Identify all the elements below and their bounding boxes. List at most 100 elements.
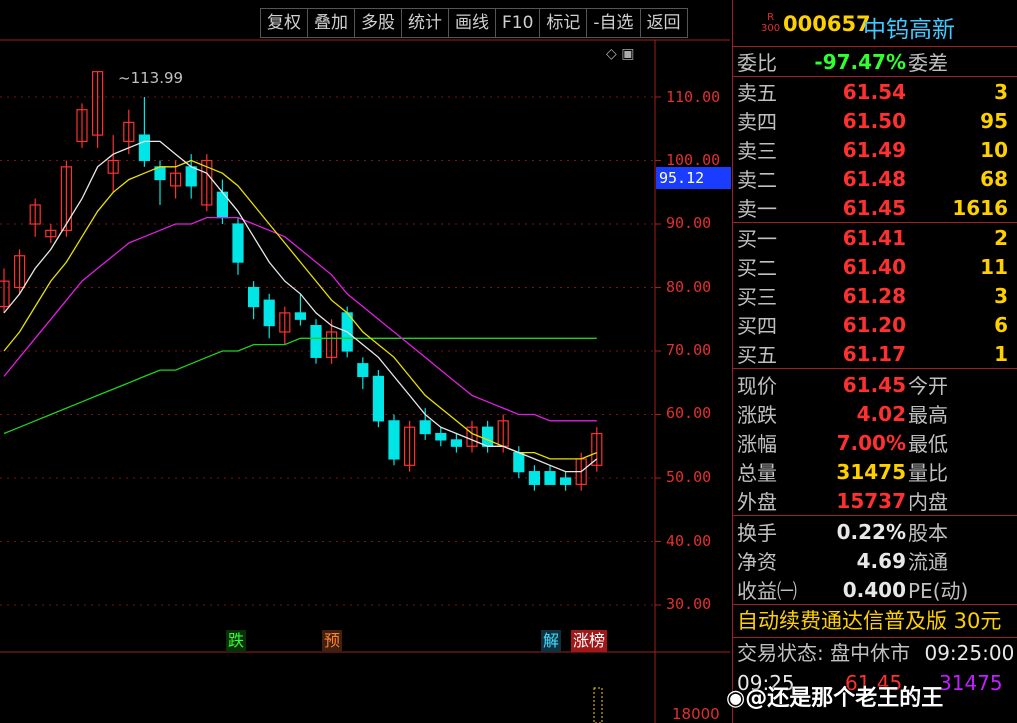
ask-price: 61.50 bbox=[842, 108, 906, 133]
kline-chart-area[interactable]: ◇ ▣ 复权 叠加 多股 统计 画线 F10 标记 -自选 返回 110.00 … bbox=[0, 0, 731, 723]
bid-price: 61.40 bbox=[842, 254, 906, 279]
weicha-label: 委差 bbox=[908, 51, 948, 75]
ask-qty: 1616 bbox=[952, 195, 1008, 220]
toolbar-button-fanhui[interactable]: 返回 bbox=[639, 8, 688, 38]
candle-body bbox=[450, 439, 462, 447]
ask-row[interactable]: 卖二 61.48 68 bbox=[733, 164, 1017, 193]
price-axis-tick: 110.00 bbox=[666, 88, 721, 106]
weibo-icon: ◉ bbox=[726, 686, 746, 711]
ask-price: 61.54 bbox=[842, 79, 906, 104]
stat-label2: 最高 bbox=[908, 403, 948, 427]
stat-label: 涨跌 bbox=[737, 403, 777, 427]
toolbar-button-diejia[interactable]: 叠加 bbox=[307, 8, 354, 38]
bid-row[interactable]: 买二 61.40 11 bbox=[733, 252, 1017, 281]
stock-header: R 300 000657 中钨高新 bbox=[733, 0, 1017, 47]
ask-qty: 3 bbox=[994, 79, 1008, 104]
weibi-row: 委比 -97.47% 委差 bbox=[733, 47, 1017, 77]
kline-chart[interactable] bbox=[0, 0, 730, 723]
price-axis-tick: 40.00 bbox=[666, 532, 712, 550]
price-axis-tick: 90.00 bbox=[666, 214, 712, 232]
stat-label: 现价 bbox=[737, 374, 777, 398]
bid-row[interactable]: 买三 61.28 3 bbox=[733, 281, 1017, 310]
stat-label: 收益㈠ bbox=[737, 579, 797, 603]
stat-row: 收益㈠ 0.400 PE(动) bbox=[733, 575, 1017, 604]
toolbar-button-biaoji[interactable]: 标记 bbox=[539, 8, 587, 38]
trade-status-value: 盘中休市 bbox=[830, 641, 911, 665]
ask-qty: 10 bbox=[980, 137, 1008, 162]
ask-row[interactable]: 卖四 61.50 95 bbox=[733, 106, 1017, 135]
market-badge: R 300 bbox=[761, 12, 780, 34]
bid-label: 买二 bbox=[737, 256, 777, 280]
bid-price: 61.28 bbox=[842, 283, 906, 308]
stat-label2: 最低 bbox=[908, 432, 948, 456]
bid-row[interactable]: 买四 61.20 6 bbox=[733, 310, 1017, 339]
volume-bar bbox=[593, 687, 603, 723]
bid-label: 买五 bbox=[737, 343, 777, 367]
bid-book: 买一 61.41 2 买二 61.40 11 买三 61.28 3 买四 61.20 6 买五 6… bbox=[733, 223, 1017, 369]
tick-volume: 31475 bbox=[939, 671, 1003, 695]
toolbar-button-duogu[interactable]: 多股 bbox=[354, 8, 401, 38]
stat-label2: 股本 bbox=[908, 521, 948, 545]
chart-corner-icons: ◇ ▣ bbox=[606, 46, 634, 62]
ask-label: 卖五 bbox=[737, 81, 777, 105]
stat-label2: PE(动) bbox=[908, 579, 969, 603]
stat-value: 4.02 bbox=[856, 401, 906, 426]
trade-status-label: 交易状态: bbox=[737, 641, 824, 665]
ask-label: 卖四 bbox=[737, 110, 777, 134]
bid-label: 买四 bbox=[737, 314, 777, 338]
candle-body bbox=[248, 286, 260, 308]
bid-qty: 6 bbox=[994, 312, 1008, 337]
stat-value: 4.69 bbox=[856, 548, 906, 573]
candle-body bbox=[185, 166, 197, 187]
market-badge-bottom: 300 bbox=[761, 23, 781, 34]
toolbar-button-huaxian[interactable]: 画线 bbox=[448, 8, 495, 38]
bid-row[interactable]: 买五 61.17 1 bbox=[733, 339, 1017, 368]
price-axis-tick: 30.00 bbox=[666, 595, 712, 613]
candle-body bbox=[372, 375, 384, 422]
toolbar-button-f10[interactable]: F10 bbox=[495, 8, 540, 38]
stat-label2: 今开 bbox=[908, 374, 948, 398]
candle-body bbox=[419, 420, 431, 435]
stat-row: 涨跌 4.02 最高 bbox=[733, 399, 1017, 428]
stat-value: 0.22% bbox=[836, 519, 906, 544]
price-axis-tick: 70.00 bbox=[666, 341, 712, 359]
ask-price: 61.49 bbox=[842, 137, 906, 162]
ask-row[interactable]: 卖三 61.49 10 bbox=[733, 135, 1017, 164]
ask-row[interactable]: 卖五 61.54 3 bbox=[733, 77, 1017, 106]
stat-row: 净资 4.69 流通 bbox=[733, 546, 1017, 575]
stat-label: 外盘 bbox=[737, 490, 777, 514]
bid-price: 61.20 bbox=[842, 312, 906, 337]
ad-banner[interactable]: 自动续费通达信普及版 30元 bbox=[733, 605, 1017, 638]
stat-label: 净资 bbox=[737, 550, 777, 574]
ask-row[interactable]: 卖一 61.45 1616 bbox=[733, 193, 1017, 222]
signal-zhangbang[interactable]: 涨榜 bbox=[571, 630, 608, 652]
stat-label: 涨幅 bbox=[737, 432, 777, 456]
ask-price: 61.48 bbox=[842, 166, 906, 191]
bid-qty: 2 bbox=[994, 225, 1008, 250]
signal-yu[interactable]: 预 bbox=[322, 630, 343, 652]
toolbar-button-zixuan[interactable]: -自选 bbox=[586, 8, 640, 38]
candle-body bbox=[528, 471, 541, 485]
stats-block: 现价 61.45 今开 涨跌 4.02 最高 涨幅 7.00% 最低 总量 31475 量比 外… bbox=[733, 369, 1017, 516]
bid-price: 61.41 bbox=[842, 225, 906, 250]
bid-qty: 1 bbox=[994, 341, 1008, 366]
trade-status: 交易状态: 盘中休市 09:25:00 bbox=[733, 638, 1017, 668]
candle-body bbox=[357, 363, 369, 378]
diamond-icon[interactable]: ◇ bbox=[606, 46, 617, 62]
bid-row[interactable]: 买一 61.41 2 bbox=[733, 223, 1017, 252]
stat-value: 0.400 bbox=[842, 577, 906, 602]
window-icon[interactable]: ▣ bbox=[621, 46, 634, 62]
stat-row: 换手 0.22% 股本 bbox=[733, 517, 1017, 546]
toolbar-button-tongji[interactable]: 统计 bbox=[401, 8, 448, 38]
current-price-tag: 95.12 bbox=[656, 167, 731, 189]
stat-value: 61.45 bbox=[842, 372, 906, 397]
high-price-value: 113.99 bbox=[130, 69, 184, 87]
ask-qty: 68 bbox=[980, 166, 1008, 191]
quote-panel: R 300 000657 中钨高新 委比 -97.47% 委差 卖五 61.54 3… bbox=[732, 0, 1017, 723]
toolbar-button-fuquan[interactable]: 复权 bbox=[260, 8, 307, 38]
stat-value: 7.00% bbox=[836, 430, 906, 455]
signal-jie[interactable]: 解 bbox=[541, 630, 562, 652]
signal-die[interactable]: 跌 bbox=[226, 630, 247, 652]
stat-row: 总量 31475 量比 bbox=[733, 457, 1017, 486]
volume-axis-label: 18000 bbox=[672, 705, 720, 723]
